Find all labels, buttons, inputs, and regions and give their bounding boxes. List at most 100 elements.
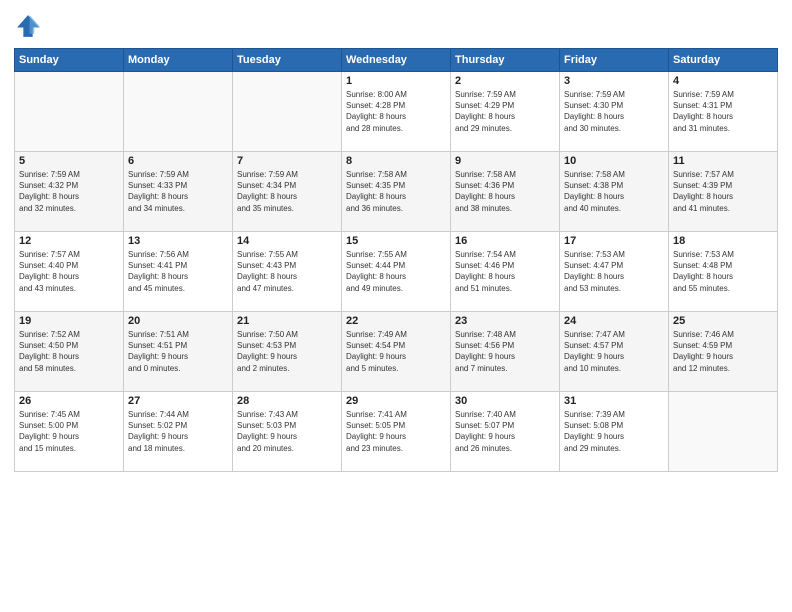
header-cell-monday: Monday [124, 49, 233, 72]
day-cell: 22 Sunrise: 7:49 AM Sunset: 4:54 PM Dayli… [342, 312, 451, 392]
day-number: 5 [19, 155, 119, 167]
day-info: Sunrise: 7:54 AM Sunset: 4:46 PM Dayligh… [455, 249, 555, 294]
day-number: 31 [564, 395, 664, 407]
day-cell: 4 Sunrise: 7:59 AM Sunset: 4:31 PM Daylig… [669, 72, 778, 152]
day-number: 7 [237, 155, 337, 167]
day-info: Sunrise: 7:53 AM Sunset: 4:47 PM Dayligh… [564, 249, 664, 294]
day-cell: 6Sunrise: 7:59 AM Sunset: 4:33 PM Daylig… [124, 152, 233, 232]
day-info: Sunrise: 7:43 AM Sunset: 5:03 PM Dayligh… [237, 409, 337, 454]
day-cell: 26Sunrise: 7:45 AM Sunset: 5:00 PM Dayli… [15, 392, 124, 472]
day-number: 21 [237, 315, 337, 327]
day-number: 27 [128, 395, 228, 407]
day-cell: 5 Sunrise: 7:59 AM Sunset: 4:32 PM Daylig… [15, 152, 124, 232]
day-info: Sunrise: 7:58 AM Sunset: 4:35 PM Dayligh… [346, 169, 446, 214]
day-cell: 16 Sunrise: 7:54 AM Sunset: 4:46 PM Dayli… [451, 232, 560, 312]
header-cell-wednesday: Wednesday [342, 49, 451, 72]
day-info: Sunrise: 7:52 AM Sunset: 4:50 PM Dayligh… [19, 329, 119, 374]
day-info: Sunrise: 7:59 AM Sunset: 4:29 PM Dayligh… [455, 89, 555, 134]
day-cell: 25 Sunrise: 7:46 AM Sunset: 4:59 PM Dayli… [669, 312, 778, 392]
day-info: Sunrise: 7:50 AM Sunset: 4:53 PM Dayligh… [237, 329, 337, 374]
day-cell: 27Sunrise: 7:44 AM Sunset: 5:02 PM Dayli… [124, 392, 233, 472]
day-cell: 9 Sunrise: 7:58 AM Sunset: 4:36 PM Daylig… [451, 152, 560, 232]
week-row-4: 19Sunrise: 7:52 AM Sunset: 4:50 PM Dayli… [15, 312, 778, 392]
day-info: Sunrise: 7:57 AM Sunset: 4:39 PM Dayligh… [673, 169, 773, 214]
header [14, 12, 778, 40]
day-cell: 11 Sunrise: 7:57 AM Sunset: 4:39 PM Dayli… [669, 152, 778, 232]
day-info: Sunrise: 7:58 AM Sunset: 4:36 PM Dayligh… [455, 169, 555, 214]
day-number: 24 [564, 315, 664, 327]
day-number: 16 [455, 235, 555, 247]
day-cell: 17 Sunrise: 7:53 AM Sunset: 4:47 PM Dayli… [560, 232, 669, 312]
day-number: 12 [19, 235, 119, 247]
day-number: 6 [128, 155, 228, 167]
day-number: 30 [455, 395, 555, 407]
week-row-1: 1 Sunrise: 8:00 AM Sunset: 4:28 PM Daylig… [15, 72, 778, 152]
day-info: Sunrise: 7:51 AM Sunset: 4:51 PM Dayligh… [128, 329, 228, 374]
day-cell: 8Sunrise: 7:58 AM Sunset: 4:35 PM Daylig… [342, 152, 451, 232]
day-info: Sunrise: 7:58 AM Sunset: 4:38 PM Dayligh… [564, 169, 664, 214]
header-cell-tuesday: Tuesday [233, 49, 342, 72]
day-cell [15, 72, 124, 152]
day-number: 14 [237, 235, 337, 247]
day-info: Sunrise: 7:53 AM Sunset: 4:48 PM Dayligh… [673, 249, 773, 294]
day-cell: 24 Sunrise: 7:47 AM Sunset: 4:57 PM Dayli… [560, 312, 669, 392]
day-info: Sunrise: 7:55 AM Sunset: 4:43 PM Dayligh… [237, 249, 337, 294]
day-cell: 12 Sunrise: 7:57 AM Sunset: 4:40 PM Dayli… [15, 232, 124, 312]
day-info: Sunrise: 7:59 AM Sunset: 4:32 PM Dayligh… [19, 169, 119, 214]
day-cell: 19Sunrise: 7:52 AM Sunset: 4:50 PM Dayli… [15, 312, 124, 392]
day-info: Sunrise: 7:49 AM Sunset: 4:54 PM Dayligh… [346, 329, 446, 374]
day-number: 10 [564, 155, 664, 167]
day-cell [233, 72, 342, 152]
day-info: Sunrise: 7:45 AM Sunset: 5:00 PM Dayligh… [19, 409, 119, 454]
day-cell: 28 Sunrise: 7:43 AM Sunset: 5:03 PM Dayli… [233, 392, 342, 472]
day-number: 4 [673, 75, 773, 87]
day-info: Sunrise: 7:48 AM Sunset: 4:56 PM Dayligh… [455, 329, 555, 374]
day-cell: 21 Sunrise: 7:50 AM Sunset: 4:53 PM Dayli… [233, 312, 342, 392]
day-cell: 14 Sunrise: 7:55 AM Sunset: 4:43 PM Dayli… [233, 232, 342, 312]
day-cell [124, 72, 233, 152]
header-cell-thursday: Thursday [451, 49, 560, 72]
page: SundayMondayTuesdayWednesdayThursdayFrid… [0, 0, 792, 612]
day-info: Sunrise: 7:47 AM Sunset: 4:57 PM Dayligh… [564, 329, 664, 374]
day-number: 25 [673, 315, 773, 327]
day-cell: 2 Sunrise: 7:59 AM Sunset: 4:29 PM Daylig… [451, 72, 560, 152]
week-row-2: 5 Sunrise: 7:59 AM Sunset: 4:32 PM Daylig… [15, 152, 778, 232]
day-number: 3 [564, 75, 664, 87]
day-number: 18 [673, 235, 773, 247]
day-number: 1 [346, 75, 446, 87]
day-info: Sunrise: 7:56 AM Sunset: 4:41 PM Dayligh… [128, 249, 228, 294]
day-number: 11 [673, 155, 773, 167]
day-number: 2 [455, 75, 555, 87]
day-number: 20 [128, 315, 228, 327]
day-info: Sunrise: 7:46 AM Sunset: 4:59 PM Dayligh… [673, 329, 773, 374]
day-info: Sunrise: 8:00 AM Sunset: 4:28 PM Dayligh… [346, 89, 446, 134]
day-info: Sunrise: 7:59 AM Sunset: 4:31 PM Dayligh… [673, 89, 773, 134]
day-cell: 13 Sunrise: 7:56 AM Sunset: 4:41 PM Dayli… [124, 232, 233, 312]
day-number: 13 [128, 235, 228, 247]
day-info: Sunrise: 7:57 AM Sunset: 4:40 PM Dayligh… [19, 249, 119, 294]
day-cell: 7Sunrise: 7:59 AM Sunset: 4:34 PM Daylig… [233, 152, 342, 232]
day-cell: 20 Sunrise: 7:51 AM Sunset: 4:51 PM Dayli… [124, 312, 233, 392]
day-cell: 15 Sunrise: 7:55 AM Sunset: 4:44 PM Dayli… [342, 232, 451, 312]
day-number: 17 [564, 235, 664, 247]
day-info: Sunrise: 7:41 AM Sunset: 5:05 PM Dayligh… [346, 409, 446, 454]
day-info: Sunrise: 7:59 AM Sunset: 4:30 PM Dayligh… [564, 89, 664, 134]
logo-icon [14, 12, 42, 40]
day-cell [669, 392, 778, 472]
day-info: Sunrise: 7:55 AM Sunset: 4:44 PM Dayligh… [346, 249, 446, 294]
week-row-5: 26Sunrise: 7:45 AM Sunset: 5:00 PM Dayli… [15, 392, 778, 472]
day-number: 9 [455, 155, 555, 167]
day-cell: 10 Sunrise: 7:58 AM Sunset: 4:38 PM Dayli… [560, 152, 669, 232]
day-number: 23 [455, 315, 555, 327]
day-cell: 3 Sunrise: 7:59 AM Sunset: 4:30 PM Daylig… [560, 72, 669, 152]
day-number: 29 [346, 395, 446, 407]
day-number: 28 [237, 395, 337, 407]
logo [14, 12, 46, 40]
day-cell: 23 Sunrise: 7:48 AM Sunset: 4:56 PM Dayli… [451, 312, 560, 392]
header-cell-sunday: Sunday [15, 49, 124, 72]
day-number: 15 [346, 235, 446, 247]
day-cell: 29 Sunrise: 7:41 AM Sunset: 5:05 PM Dayli… [342, 392, 451, 472]
day-number: 22 [346, 315, 446, 327]
day-cell: 30Sunrise: 7:40 AM Sunset: 5:07 PM Dayli… [451, 392, 560, 472]
day-info: Sunrise: 7:39 AM Sunset: 5:08 PM Dayligh… [564, 409, 664, 454]
